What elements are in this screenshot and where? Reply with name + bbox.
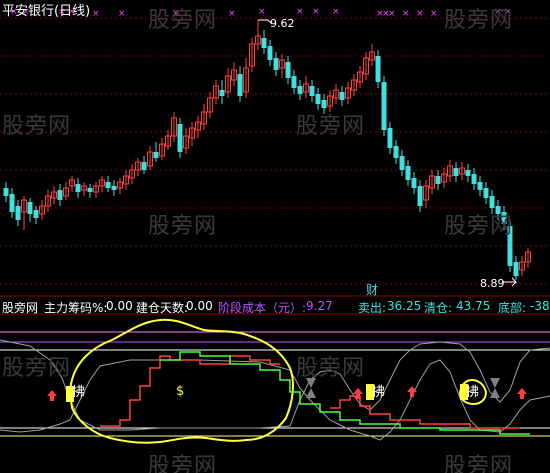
- candle-body: [321, 100, 327, 108]
- step-line-red: [330, 395, 520, 429]
- candle-body: [477, 182, 483, 190]
- high-price-label: 9.62: [270, 17, 295, 30]
- watermark: 股旁网: [148, 214, 218, 239]
- stock-chart-window: × × × × × × × × × × × × × × × × × × × × 平安银行(日线) 股旁网 股旁网 股旁…: [0, 0, 550, 473]
- watermark: 股旁网: [296, 356, 366, 381]
- chart-title: 平安银行(日线): [2, 4, 91, 19]
- signal-marker: ×: [92, 9, 100, 19]
- signal-marker: ×: [312, 7, 320, 17]
- buy-signal-label: 拂: [372, 385, 386, 400]
- up-arrow-icon: [407, 386, 417, 397]
- step-line-red: [100, 355, 280, 427]
- signal-marker: ×: [118, 9, 126, 19]
- indicator-bottom-value: -38.: [530, 299, 550, 313]
- candle-body: [483, 188, 489, 198]
- candle-body: [111, 186, 117, 190]
- signal-marker: ×: [228, 9, 236, 19]
- watermark: 股旁网: [148, 454, 218, 473]
- signal-marker: ×: [416, 9, 424, 19]
- candle-body: [393, 146, 399, 158]
- indicator-sell-value: 36.25: [387, 299, 422, 313]
- candle-body: [489, 196, 495, 208]
- indicator-clear-label: 清仓:: [424, 301, 453, 315]
- candle-body: [9, 194, 15, 212]
- signal-marker: ×: [296, 7, 304, 17]
- watermark: 股旁网: [444, 214, 514, 239]
- indicator-clear-value: 43.75: [456, 299, 491, 313]
- indicator-cost-value: 9.27: [306, 299, 333, 313]
- candle-body: [435, 176, 441, 184]
- candle-body: [27, 202, 33, 214]
- candle-body: [87, 188, 93, 192]
- signal-marker: ×: [430, 9, 438, 19]
- candle-body: [15, 206, 21, 220]
- signal-marker: ×: [332, 7, 340, 17]
- watermark: 股旁网: [444, 8, 514, 33]
- sell-marker: [490, 378, 500, 398]
- candle-body: [513, 262, 519, 276]
- candle-body: [267, 46, 273, 60]
- watermark: 股旁网: [2, 114, 72, 139]
- candle-body: [381, 82, 387, 130]
- indicator-chip-label: 主力筹码%:: [44, 301, 108, 315]
- candle-body: [219, 90, 225, 96]
- candle-body: [405, 166, 411, 180]
- candle-body: [105, 182, 111, 188]
- candle-body: [57, 190, 63, 200]
- candle-body: [465, 170, 471, 176]
- candle-body: [297, 86, 303, 94]
- indicator-cost-label: 阶段成本（元）:: [218, 301, 307, 315]
- candle-body: [153, 152, 159, 158]
- candle-body: [339, 92, 345, 100]
- watermark: 股旁网: [296, 114, 366, 139]
- signal-marker: ×: [258, 7, 266, 17]
- candle-body: [75, 184, 81, 192]
- chip-cloud: [68, 318, 294, 444]
- candle-body: [261, 38, 267, 48]
- up-arrow-icon: [47, 390, 57, 401]
- indicator-bottom-label: 底部:: [498, 301, 527, 315]
- buy-signal-label: 拂: [72, 385, 86, 400]
- watermark: 股旁网: [148, 8, 218, 33]
- candle-body: [141, 162, 147, 170]
- signal-label: 财: [366, 283, 379, 297]
- up-arrow-icon: [353, 388, 363, 399]
- dollar-signal: $: [176, 384, 185, 399]
- signal-marker: ×: [402, 9, 410, 19]
- indicator-chip-value: 0.00: [106, 299, 133, 313]
- candle-body: [33, 210, 39, 218]
- low-price-label: 8.89: [480, 277, 505, 290]
- candle-body: [387, 128, 393, 148]
- watermark: 股旁网: [444, 454, 514, 473]
- candle-body: [177, 124, 183, 152]
- candle-body: [273, 58, 279, 70]
- indicator-days-label: 建仓天数:: [136, 301, 189, 315]
- signal-marker: ×: [388, 9, 396, 19]
- candle-body: [411, 178, 417, 188]
- candle-body: [315, 94, 321, 104]
- candle-body: [237, 74, 243, 96]
- indicator-name: 股旁网: [2, 301, 39, 315]
- candle-body: [417, 186, 423, 206]
- watermark: 股旁网: [2, 356, 72, 381]
- candle-body: [453, 168, 459, 176]
- candle-body: [471, 174, 477, 184]
- candle-body: [309, 86, 315, 96]
- candle-body: [375, 56, 381, 82]
- up-arrow-icon: [517, 388, 527, 399]
- buy-signal-label: 拂: [466, 385, 480, 400]
- candle-body: [291, 76, 297, 88]
- indicator-sell-label: 卖出:: [358, 301, 387, 315]
- candle-body: [285, 62, 291, 78]
- candle-body: [399, 156, 405, 170]
- candle-body: [3, 188, 9, 196]
- indicator-days-value: 0.00: [186, 299, 213, 313]
